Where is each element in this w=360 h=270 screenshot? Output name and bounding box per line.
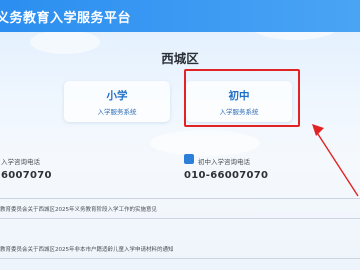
phone-icon xyxy=(184,154,194,164)
middle-phone-number: 010-66007070 xyxy=(184,170,269,181)
primary-phone-label: 入学咨询电话 xyxy=(1,158,40,166)
divider xyxy=(0,258,360,259)
card-title: 小学 xyxy=(106,90,128,102)
district-title: 西城区 xyxy=(161,51,199,66)
divider xyxy=(0,218,360,219)
platform-title: 义务教育入学服务平台 xyxy=(0,11,132,26)
card-subtitle: 入学服务系统 xyxy=(97,108,137,116)
notice-link[interactable]: 教育委员会关于西城区2025年义务教育阶段入学工作的实施意见 xyxy=(0,205,157,213)
divider xyxy=(0,198,360,199)
cloud-decoration xyxy=(150,130,260,156)
highlight-box xyxy=(184,69,300,127)
middle-phone-label: 初中入学咨询电话 xyxy=(198,158,250,166)
primary-phone-number: 6007070 xyxy=(1,170,52,181)
notice-link[interactable]: 教育委员会关于西城区2025年非本市户籍适龄儿童入学申请材料的通知 xyxy=(0,245,174,253)
primary-school-card[interactable]: 小学 入学服务系统 xyxy=(64,81,170,122)
top-header: 义务教育入学服务平台 xyxy=(0,0,360,32)
arrow-annotation xyxy=(312,124,359,197)
